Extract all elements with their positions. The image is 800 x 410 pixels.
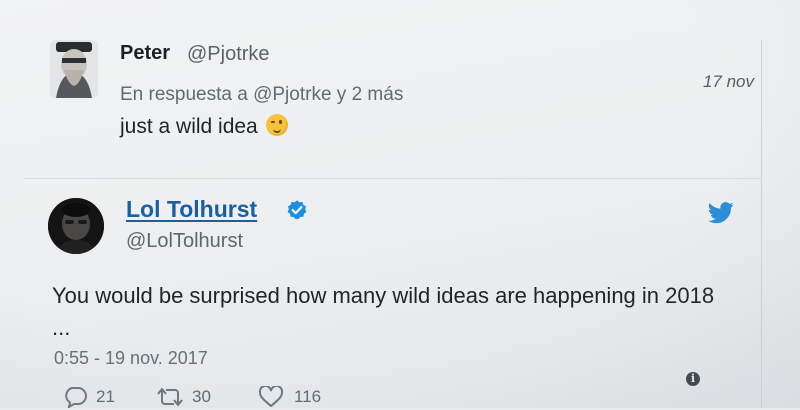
main-tweet-date[interactable]: 0:55 - 19 nov. 2017 [54,348,208,369]
verified-badge-icon [287,200,307,220]
reply-tweet[interactable]: Peter @Pjotrke 17 nov En respuesta a @Pj… [48,34,768,174]
main-tweet-text: You would be surprised how many wild ide… [52,283,715,340]
retweet-button[interactable]: 30 [154,386,234,410]
retweet-icon [157,388,183,406]
reply-tweet-body: just a wild idea [120,115,258,138]
reply-context-suffix[interactable]: y 2 más [337,84,404,105]
like-count: 116 [294,387,322,406]
heart-icon [258,386,284,407]
peter-avatar[interactable] [50,40,98,98]
lol-tolhurst-avatar-image [48,198,104,254]
twitter-bird-icon[interactable] [708,202,734,224]
reply-author-name[interactable]: Peter [120,42,170,65]
reply-context-mention[interactable]: @Pjotrke [253,84,331,105]
reply-button[interactable]: 21 [62,386,132,410]
info-icon[interactable]: i [686,372,700,386]
reply-icon [65,387,87,408]
peter-avatar-image [50,40,98,98]
reply-count: 21 [96,387,115,406]
main-author-handle[interactable]: @LolTolhurst [126,230,243,253]
reply-tweet-text: just a wild idea [120,114,288,139]
main-author-name[interactable]: Lol Tolhurst [126,196,257,223]
main-tweet: Lol Tolhurst @LolTolhurst You would be s… [48,192,768,408]
reply-author-handle[interactable]: @Pjotrke [187,43,270,66]
like-button[interactable]: 116 [258,386,348,410]
reply-context-prefix: En respuesta a [120,84,248,105]
reply-context: En respuesta a @Pjotrke y 2 más [120,84,403,106]
lol-tolhurst-avatar[interactable] [48,198,104,254]
retweet-count: 30 [192,387,211,406]
reply-timestamp[interactable]: 17 nov [703,72,754,92]
tweet-divider [24,178,762,179]
tweet-actions: 21 30 116 [62,386,742,410]
winking-face-icon [265,114,288,136]
